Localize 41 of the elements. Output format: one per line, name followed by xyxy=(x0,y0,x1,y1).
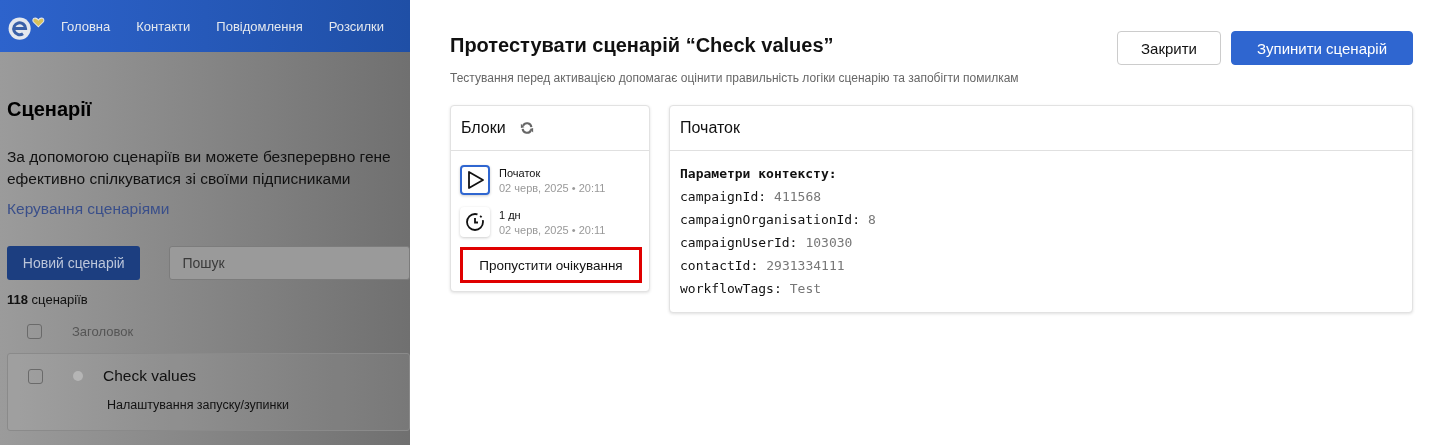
nav-link[interactable]: Головна xyxy=(60,18,111,34)
description-text: ефективно спілкуватися зі своїми підписниками xyxy=(7,169,352,189)
card-title: Початок xyxy=(680,119,740,137)
column-header: Заголовок xyxy=(72,323,134,339)
new-scenario-button[interactable]: Новий сценарій xyxy=(7,246,141,280)
param-key: campaignOrganisationId: xyxy=(680,212,860,227)
nav-link[interactable]: Повідомлення xyxy=(216,18,303,34)
param-value: 103030 xyxy=(805,235,853,250)
refresh-icon[interactable] xyxy=(519,121,534,135)
description-text: За допомогою сценаріїв ви можете безперервно гене xyxy=(7,147,392,167)
block-time: 02 черв, 2025 • 20:11 xyxy=(499,223,606,236)
close-button[interactable]: Закрити xyxy=(1117,31,1221,65)
nav-link[interactable]: Контакти xyxy=(136,18,191,34)
param-value: 8 xyxy=(868,212,876,227)
nav-link[interactable]: Розсилки xyxy=(328,18,384,34)
param-key: contactId: xyxy=(680,258,759,273)
param-key: workflowTags: xyxy=(680,281,782,296)
scenario-subtitle: Налаштування запуску/зупинки xyxy=(107,398,290,412)
dialog-title: Протестувати сценарій “Check values” xyxy=(450,34,835,57)
block-name: 1 дн xyxy=(499,208,522,221)
block-item[interactable]: 1 дн 02 черв, 2025 • 20:11 xyxy=(460,201,640,243)
param-key: campaignUserId: xyxy=(680,235,798,250)
param-value: 411568 xyxy=(774,189,822,204)
scenario-row[interactable]: Check values Налаштування запуску/зупинки xyxy=(7,353,410,431)
stop-button[interactable]: Зупинити сценарій xyxy=(1231,31,1413,65)
context-heading: Параметри контексту: xyxy=(680,165,838,183)
search-field[interactable]: Пошук xyxy=(169,246,410,280)
block-item[interactable]: Початок 02 черв, 2025 • 20:11 xyxy=(460,159,640,201)
checkbox[interactable] xyxy=(27,323,42,339)
checkbox[interactable] xyxy=(28,368,43,384)
block-name: Початок xyxy=(499,166,542,179)
param-key: campaignId: xyxy=(680,189,767,204)
scenario-name: Check values xyxy=(103,367,197,385)
dialog-subtitle: Тестування перед активацією допомагає оцінити правильність логіки сценарію та запобігти помилкам xyxy=(450,71,1019,85)
param-value: Test xyxy=(789,281,822,296)
block-time: 02 черв, 2025 • 20:11 xyxy=(499,181,606,194)
param-value: 2931334111 xyxy=(766,258,845,273)
scenario-count: 118 сценаріїв xyxy=(7,292,89,307)
card-title: Блоки xyxy=(461,119,506,137)
skip-wait-button[interactable]: Пропустити очікування xyxy=(460,247,642,283)
page-title: Сценарії xyxy=(7,98,93,122)
